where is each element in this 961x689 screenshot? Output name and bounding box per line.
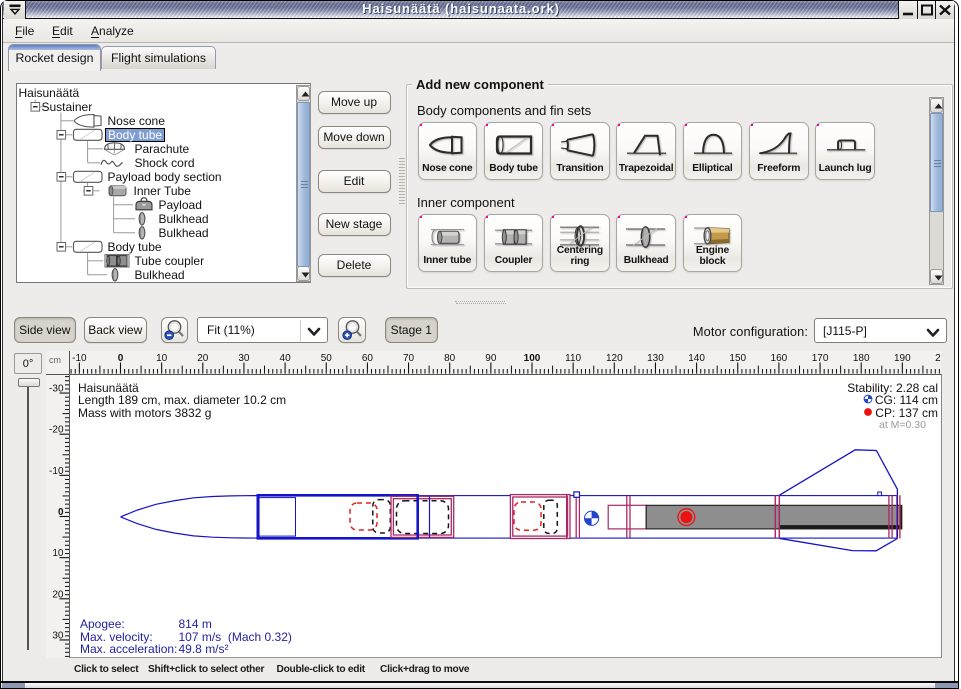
svg-text:80: 80 bbox=[444, 353, 456, 364]
svg-text:-10: -10 bbox=[49, 466, 64, 477]
svg-text:70: 70 bbox=[403, 353, 415, 364]
svg-text:190: 190 bbox=[894, 353, 911, 364]
svg-text:10: 10 bbox=[52, 548, 64, 559]
svg-text:170: 170 bbox=[812, 353, 829, 364]
svg-text:130: 130 bbox=[647, 353, 664, 364]
svg-text:0: 0 bbox=[118, 353, 124, 364]
svg-text:-20: -20 bbox=[49, 425, 64, 436]
svg-text:10: 10 bbox=[156, 353, 168, 364]
svg-text:0: 0 bbox=[58, 507, 64, 518]
svg-text:160: 160 bbox=[771, 353, 788, 364]
svg-text:90: 90 bbox=[485, 353, 497, 364]
svg-text:40: 40 bbox=[280, 353, 292, 364]
svg-text:60: 60 bbox=[362, 353, 374, 364]
svg-text:120: 120 bbox=[606, 353, 623, 364]
svg-text:180: 180 bbox=[853, 353, 870, 364]
svg-text:-10: -10 bbox=[72, 353, 87, 364]
svg-text:150: 150 bbox=[729, 353, 746, 364]
svg-text:30: 30 bbox=[238, 353, 250, 364]
svg-text:140: 140 bbox=[688, 353, 705, 364]
svg-text:20: 20 bbox=[197, 353, 209, 364]
svg-text:50: 50 bbox=[321, 353, 333, 364]
svg-text:200: 200 bbox=[935, 353, 941, 364]
svg-text:-30: -30 bbox=[49, 384, 64, 395]
svg-text:100: 100 bbox=[524, 353, 541, 364]
svg-text:110: 110 bbox=[565, 353, 581, 364]
svg-text:30: 30 bbox=[52, 630, 64, 641]
svg-text:20: 20 bbox=[52, 589, 64, 600]
